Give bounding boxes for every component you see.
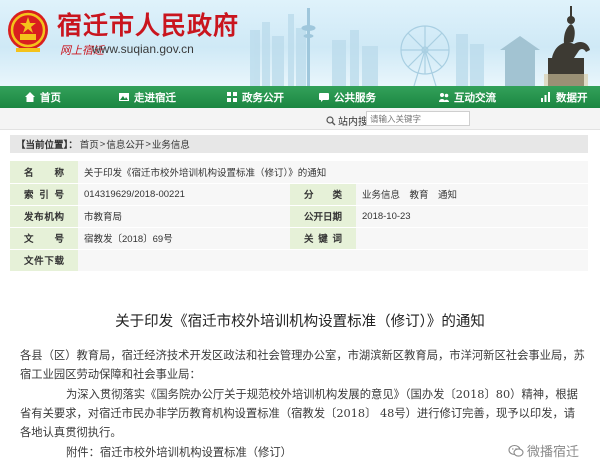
nav-item-label: 首页: [40, 91, 61, 104]
search-icon: [326, 115, 336, 125]
nav-item-open-data[interactable]: 数据开: [540, 86, 588, 108]
table-row: 文件下载: [10, 249, 588, 272]
category-label: 分 类: [290, 183, 356, 206]
nav-item-home[interactable]: 首页: [24, 86, 61, 108]
nav-item-interaction[interactable]: 互动交流: [438, 86, 496, 108]
download-label: 文件下载: [10, 249, 78, 272]
keyword-label: 关键词: [290, 227, 356, 250]
chart-icon: [541, 92, 550, 102]
search-bar: 站内搜索：: [0, 108, 600, 130]
site-banner: 宿迁市人民政府 网上宿迁 www.suqian.gov.cn: [0, 0, 600, 86]
grid-icon: [227, 92, 237, 102]
org-value: 市教育局: [78, 205, 290, 228]
chat-icon: [319, 93, 329, 102]
picture-icon: [119, 93, 129, 101]
nav-item-about[interactable]: 走进宿迁: [118, 86, 176, 108]
nav-item-label: 互动交流: [454, 91, 496, 104]
nav-item-label: 政务公开: [242, 91, 284, 104]
table-row: 发布机构 市教育局 公开日期 2018-10-23: [10, 205, 588, 228]
site-title: 宿迁市人民政府: [57, 11, 240, 40]
people-icon: [439, 93, 449, 102]
watermark: 微播宿迁: [505, 440, 583, 461]
article-paragraph: 各县（区）教育局，宿迁经济技术开发区政法和社会管理办公室，市湖滨新区教育局，市洋…: [20, 349, 585, 381]
name-value: 关于印发《宿迁市校外培训机构设置标准（修订）》的通知: [78, 161, 588, 184]
breadcrumb-link-info[interactable]: 信息公开: [106, 137, 144, 151]
index-value: 014319629/2018-00221: [78, 183, 290, 206]
date-label: 公开日期: [290, 205, 356, 228]
nav-item-label: 数据开: [556, 91, 588, 104]
org-label: 发布机构: [10, 205, 78, 228]
main-nav: 首页 走进宿迁 政务公开 公共服务 互动交流 数据开: [0, 86, 600, 108]
table-row: 名 称 关于印发《宿迁市校外培训机构设置标准（修订）》的通知: [10, 161, 588, 184]
index-label: 索引号: [10, 183, 78, 206]
breadcrumb: 【当前位置】： 首页 > 信息公开 > 业务信息: [10, 135, 588, 153]
nav-item-label: 公共服务: [334, 91, 376, 104]
breadcrumb-link-home[interactable]: 首页: [80, 137, 99, 151]
breadcrumb-separator: >: [145, 138, 151, 150]
doc-number-label: 文 号: [10, 227, 78, 250]
table-row: 索引号 014319629/2018-00221 分 类 业务信息 教育 通知: [10, 183, 588, 206]
date-value: 2018-10-23: [356, 205, 588, 228]
name-label: 名 称: [10, 161, 78, 184]
breadcrumb-link-business[interactable]: 业务信息: [152, 137, 190, 151]
doc-number-value: 宿教发〔2018〕69号: [78, 227, 290, 250]
breadcrumb-prefix: 【当前位置】：: [16, 140, 78, 151]
house-icon: [25, 92, 35, 102]
document-info-table: 名 称 关于印发《宿迁市校外培训机构设置标准（修订）》的通知 索引号 01431…: [10, 161, 588, 272]
watermark-text: 微播宿迁: [527, 444, 580, 459]
table-row: 文 号 宿教发〔2018〕69号 关键词: [10, 227, 588, 250]
search-input[interactable]: [366, 111, 470, 126]
article-paragraph: 为深入贯彻落实《国务院办公厅关于规范校外培训机构发展的意见》（国办发〔2018〕…: [20, 388, 578, 439]
nav-item-gov-affairs[interactable]: 政务公开: [226, 86, 284, 108]
breadcrumb-separator: >: [99, 138, 106, 150]
article-title: 关于印发《宿迁市校外培训机构设置标准（修订）》的通知: [115, 314, 485, 330]
nav-item-label: 走进宿迁: [134, 91, 176, 104]
site-url: www.suqian.gov.cn: [92, 42, 194, 56]
download-value[interactable]: [78, 249, 588, 272]
keyword-value: [356, 227, 588, 250]
wechat-icon: [508, 444, 524, 457]
nav-item-public-services[interactable]: 公共服务: [318, 86, 376, 108]
category-value: 业务信息 教育 通知: [356, 183, 588, 206]
national-emblem-icon: [8, 10, 48, 52]
